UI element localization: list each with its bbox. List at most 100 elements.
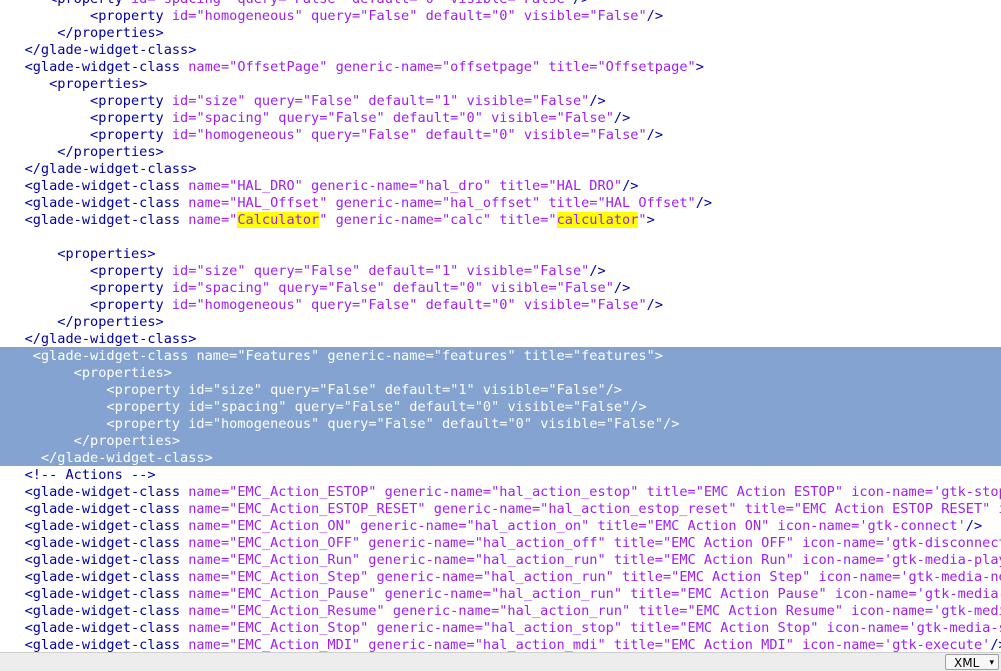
code-token: "False" — [286, 0, 343, 7]
code-token: name= — [188, 501, 229, 517]
code-token: default= — [385, 280, 459, 296]
code-line: </properties> — [0, 144, 164, 161]
code-token: <glade-widget-class — [25, 586, 189, 602]
code-token: title= — [614, 569, 671, 585]
code-token: ic — [990, 501, 1001, 517]
code-token: "0" — [491, 8, 516, 24]
code-token: icon-name= — [827, 586, 917, 602]
status-bar: XML ▾ — [0, 652, 1001, 671]
line-indent — [0, 76, 49, 92]
code-token: name= — [188, 212, 229, 228]
code-token: "features" — [573, 348, 655, 364]
code-token: default= — [417, 8, 491, 24]
code-token: icon-name= — [810, 569, 900, 585]
code-token: <property — [90, 297, 172, 313]
code-token: query= — [246, 93, 303, 109]
code-token: title= — [589, 518, 646, 534]
code-token: generic-name= — [352, 518, 467, 534]
code-token: /> — [614, 110, 630, 126]
code-token: name= — [188, 59, 229, 75]
code-token: "0" — [507, 416, 532, 432]
code-token: title= — [737, 501, 794, 517]
code-line: <glade-widget-class name="HAL_DRO" gener… — [0, 178, 638, 195]
code-token: visible= — [458, 93, 532, 109]
language-selector[interactable]: XML ▾ — [945, 654, 999, 670]
code-line: <property id="spacing" query="False" def… — [0, 280, 630, 297]
line-indent — [0, 535, 25, 551]
code-token: title= — [606, 535, 663, 551]
code-token: id= — [172, 127, 197, 143]
code-token: <!-- Actions --> — [25, 467, 156, 483]
code-token: id= — [172, 8, 197, 24]
code-token: " — [638, 212, 646, 228]
code-token: "spacing" — [196, 280, 270, 296]
code-line: <glade-widget-class name="HAL_Offset" ge… — [0, 195, 712, 212]
code-token: 'gtk-media — [933, 603, 1001, 619]
code-token: title= — [540, 195, 597, 211]
code-token: id= — [172, 110, 197, 126]
code-token: <glade-widget-class — [25, 484, 189, 500]
code-token: <properties> — [49, 76, 147, 92]
code-line: <glade-widget-class name="EMC_Action_Ste… — [0, 569, 1001, 586]
code-token: "False" — [303, 93, 360, 109]
code-token: "HAL Offset" — [597, 195, 695, 211]
line-indent — [0, 263, 90, 279]
code-line: <property id="homogeneous" query="False"… — [0, 127, 663, 144]
code-token: > — [655, 348, 663, 364]
code-token: "EMC_Action_ESTOP_RESET" — [229, 501, 425, 517]
code-token: "1" — [434, 93, 459, 109]
code-token: "calc" — [442, 212, 491, 228]
line-indent — [0, 161, 25, 177]
code-token: <glade-widget-class — [25, 178, 189, 194]
code-token: <glade-widget-class — [25, 569, 189, 585]
code-token: "spacing" — [196, 110, 270, 126]
code-token: "False" — [319, 382, 376, 398]
code-token: "EMC_Action_Run" — [229, 552, 360, 568]
code-token: default= — [434, 416, 508, 432]
code-line: <properties> — [0, 365, 172, 382]
code-token: query= — [286, 399, 343, 415]
code-token: "False" — [532, 93, 589, 109]
code-token: title= — [516, 348, 573, 364]
code-line: <property id="size" query="False" defaul… — [0, 263, 606, 280]
code-token: "homogeneous" — [213, 416, 319, 432]
code-token: "hal_action_stop" — [483, 620, 622, 636]
code-token: "EMC_Action_Pause" — [229, 586, 376, 602]
code-token: generic-name= — [385, 603, 500, 619]
code-token: "False" — [360, 127, 417, 143]
line-indent — [0, 620, 25, 636]
code-token: 'gtk-media-st — [909, 620, 1001, 636]
code-line: <glade-widget-class name="EMC_Action_Pau… — [0, 586, 1001, 603]
code-token: "EMC Action MDI" — [663, 637, 794, 652]
code-token: title= — [630, 603, 687, 619]
code-token: title= — [606, 637, 663, 652]
code-token: <property — [106, 382, 188, 398]
code-token: "0" — [458, 280, 483, 296]
code-token: <glade-widget-class — [25, 603, 189, 619]
code-token: "EMC Action ESTOP" — [696, 484, 843, 500]
code-token: generic-name= — [327, 212, 442, 228]
line-indent — [0, 93, 90, 109]
code-token: id= — [188, 399, 213, 415]
code-token: "False" — [303, 263, 360, 279]
code-token: query= — [270, 110, 327, 126]
code-token: id= — [172, 297, 197, 313]
code-editor[interactable]: <property id="spacing" query="False" def… — [0, 0, 1001, 652]
code-line: <glade-widget-class name="Features" gene… — [0, 348, 663, 365]
code-token: <properties> — [57, 246, 155, 262]
code-token: 'gtk-media-nex — [900, 569, 1001, 585]
code-token: "hal_offset" — [442, 195, 540, 211]
code-token: "0" — [417, 0, 442, 7]
code-token: "False" — [606, 416, 663, 432]
code-token: "hal_action_run" — [499, 603, 630, 619]
code-token: 'gtk-execute' — [884, 637, 990, 652]
code-token: visible= — [499, 399, 573, 415]
code-token: "False" — [377, 416, 434, 432]
code-token: title= — [540, 59, 597, 75]
code-token: "False" — [557, 110, 614, 126]
code-token: "False" — [589, 297, 646, 313]
code-token: <glade-widget-class — [25, 59, 189, 75]
code-token: id= — [131, 0, 156, 7]
line-indent — [0, 42, 25, 58]
code-token: "False" — [360, 297, 417, 313]
